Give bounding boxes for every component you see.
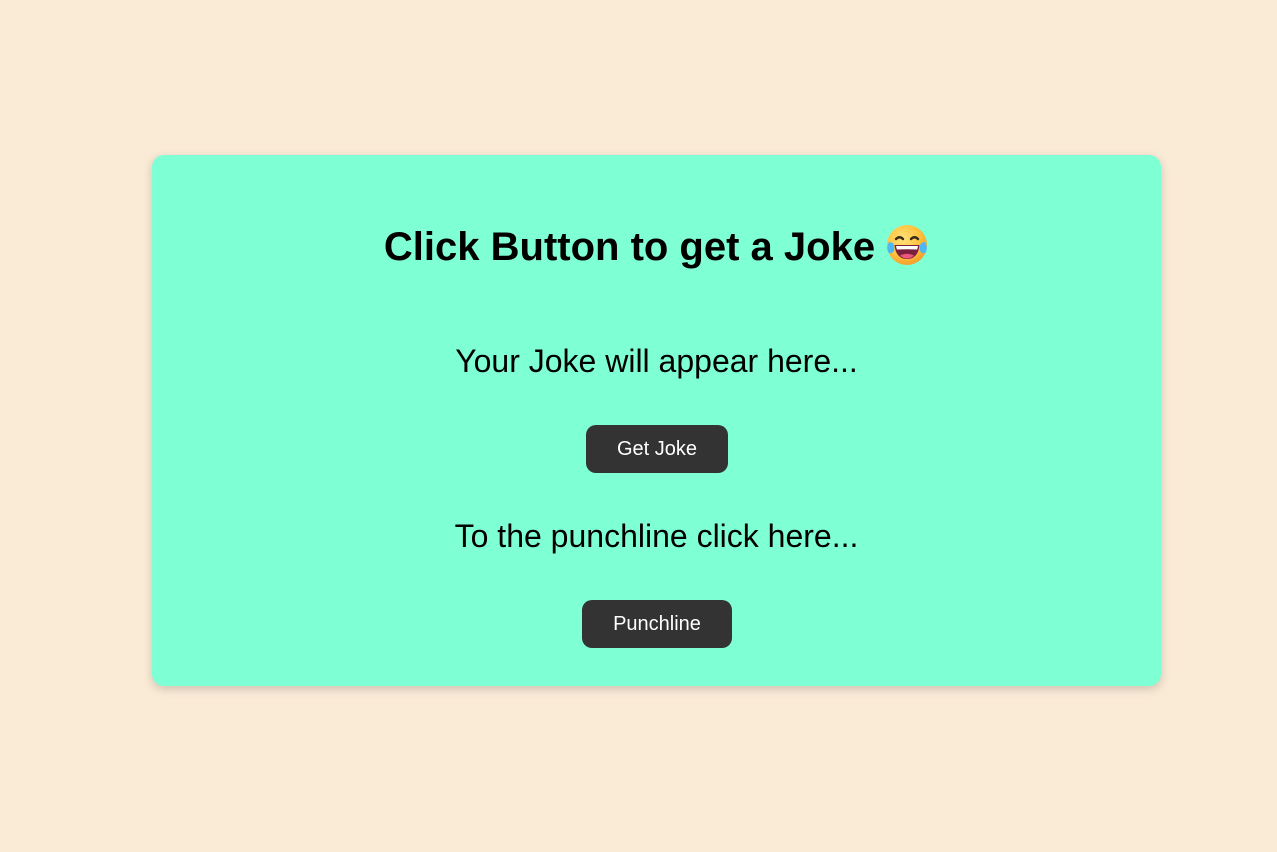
page-title-text: Click Button to get a Joke [383,225,876,269]
page-title: Click Button to get a Joke [152,223,1161,271]
joke-card: Click Button to get a Joke Your Joke wil… [152,155,1161,686]
get-joke-button[interactable]: Get Joke [586,425,728,473]
joke-text: Your Joke will appear here... [455,343,858,379]
face-with-tears-of-joy-icon [887,225,928,265]
punchline-text: To the punchline click here... [454,518,859,554]
punchline-button[interactable]: Punchline [582,600,732,648]
